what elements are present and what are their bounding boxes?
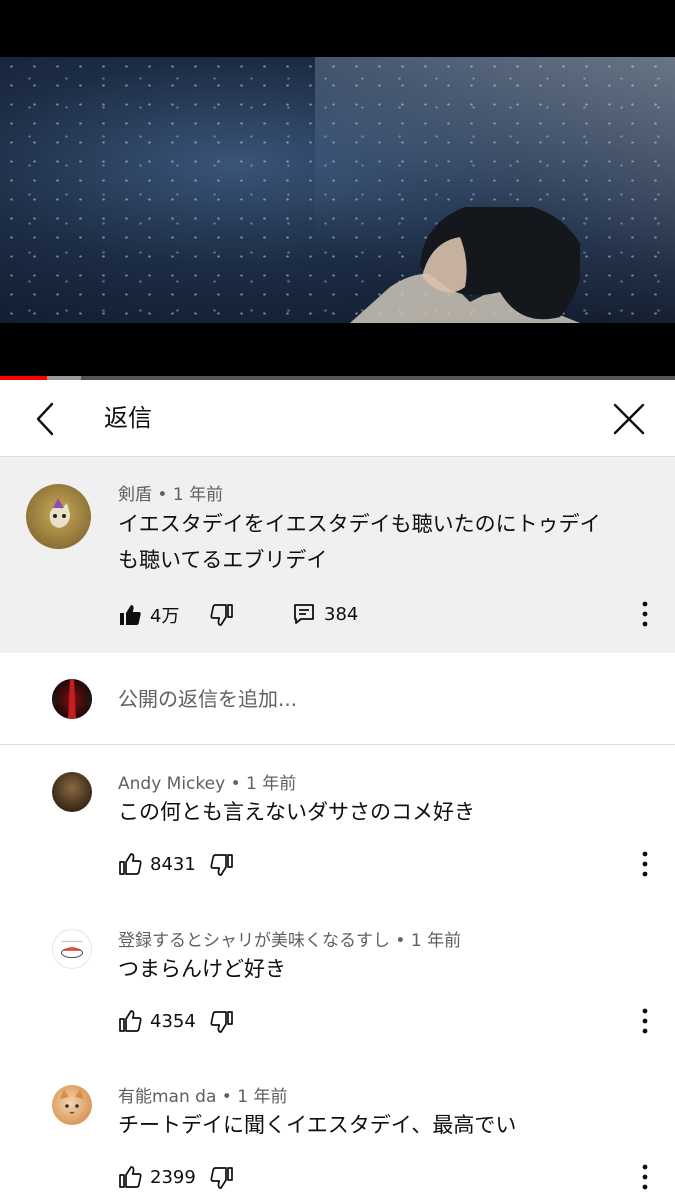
video-frame <box>0 57 675 323</box>
user-avatar-icon <box>52 679 92 719</box>
thumbs-down-icon <box>210 604 233 626</box>
reply-count: 384 <box>324 603 359 625</box>
more-vertical-icon[interactable] <box>641 601 649 627</box>
comment-meta: 登録するとシャリが美味くなるすし • 1 年前 <box>118 929 461 953</box>
like-button[interactable]: 2399 <box>118 1165 196 1189</box>
chevron-left-icon[interactable] <box>30 402 62 436</box>
like-count: 4354 <box>150 1010 196 1032</box>
meta-separator: • <box>395 931 406 951</box>
dislike-button[interactable] <box>210 1166 234 1190</box>
thumbs-down-icon <box>210 1011 233 1033</box>
add-reply-input[interactable]: 公開の返信を追加... <box>118 686 297 712</box>
comment-text: イエスタデイをイエスタデイも聴いたのにトゥデイ も聴いてるエブリデイ <box>118 506 601 578</box>
like-button[interactable]: 4万 <box>118 602 179 628</box>
like-button[interactable]: 8431 <box>118 852 196 876</box>
sushi-icon <box>61 940 83 959</box>
close-icon[interactable] <box>612 402 646 436</box>
dislike-button[interactable] <box>210 1010 234 1034</box>
comment-meta: Andy Mickey • 1 年前 <box>118 772 296 796</box>
video-player[interactable] <box>0 0 675 376</box>
view-replies-button[interactable]: 384 <box>292 602 358 626</box>
comment-icon <box>294 604 314 624</box>
comment-text-line: も聴いてるエブリデイ <box>118 548 328 572</box>
comment-time: 1 年前 <box>410 931 462 951</box>
thumbs-down-icon <box>210 854 233 876</box>
comment-author[interactable]: 有能man da <box>118 1087 216 1107</box>
avatar[interactable] <box>52 929 92 969</box>
more-vertical-icon[interactable] <box>641 1008 649 1034</box>
meta-separator: • <box>221 1087 232 1107</box>
comment-author[interactable]: 登録するとシャリが美味くなるすし <box>118 931 390 951</box>
thumbs-up-icon <box>120 605 141 625</box>
thumbs-down-icon <box>210 1167 233 1189</box>
comment-time: 1 年前 <box>172 485 224 505</box>
comment-meta: 有能man da • 1 年前 <box>118 1085 287 1109</box>
comment-text-line: イエスタデイをイエスタデイも聴いたのにトゥデイ <box>118 512 601 536</box>
like-count: 2399 <box>150 1166 196 1188</box>
meta-separator: • <box>157 485 168 505</box>
avatar[interactable] <box>26 484 91 549</box>
avatar <box>52 679 92 719</box>
like-button[interactable]: 4354 <box>118 1009 196 1033</box>
comment-time: 1 年前 <box>237 1087 288 1107</box>
comment-text: チートデイに聞くイエスタデイ、最高でい <box>118 1113 517 1137</box>
parent-comment: 剣盾 • 1 年前 イエスタデイをイエスタデイも聴いたのにトゥデイ も聴いてるエ… <box>0 457 675 653</box>
avatar[interactable] <box>52 1085 92 1125</box>
page-title: 返信 <box>104 404 152 432</box>
thumbs-up-icon <box>119 1010 142 1032</box>
comment-text: つまらんけど好き <box>118 957 286 981</box>
more-vertical-icon[interactable] <box>641 1164 649 1190</box>
replies-header: 返信 <box>0 380 675 457</box>
comment-text: この何とも言えないダサさのコメ好き <box>118 800 475 824</box>
comment-time: 1 年前 <box>246 774 297 794</box>
comment-author[interactable]: 剣盾 <box>118 485 152 505</box>
like-count: 4万 <box>150 606 180 627</box>
thumbs-up-icon <box>119 853 142 875</box>
avatar[interactable] <box>52 772 92 812</box>
video-person-silhouette <box>350 207 580 323</box>
avatar-character-icon <box>49 498 70 528</box>
comment-meta: 剣盾 • 1 年前 <box>118 483 223 507</box>
more-vertical-icon[interactable] <box>641 851 649 877</box>
dislike-button[interactable] <box>210 853 234 877</box>
cat-icon <box>60 1089 84 1114</box>
like-count: 8431 <box>150 853 196 875</box>
comment-author[interactable]: Andy Mickey <box>118 774 225 794</box>
add-reply-row[interactable]: 公開の返信を追加... <box>0 653 675 745</box>
meta-separator: • <box>230 774 241 794</box>
thumbs-up-icon <box>119 1166 142 1188</box>
dislike-button[interactable] <box>210 603 234 627</box>
